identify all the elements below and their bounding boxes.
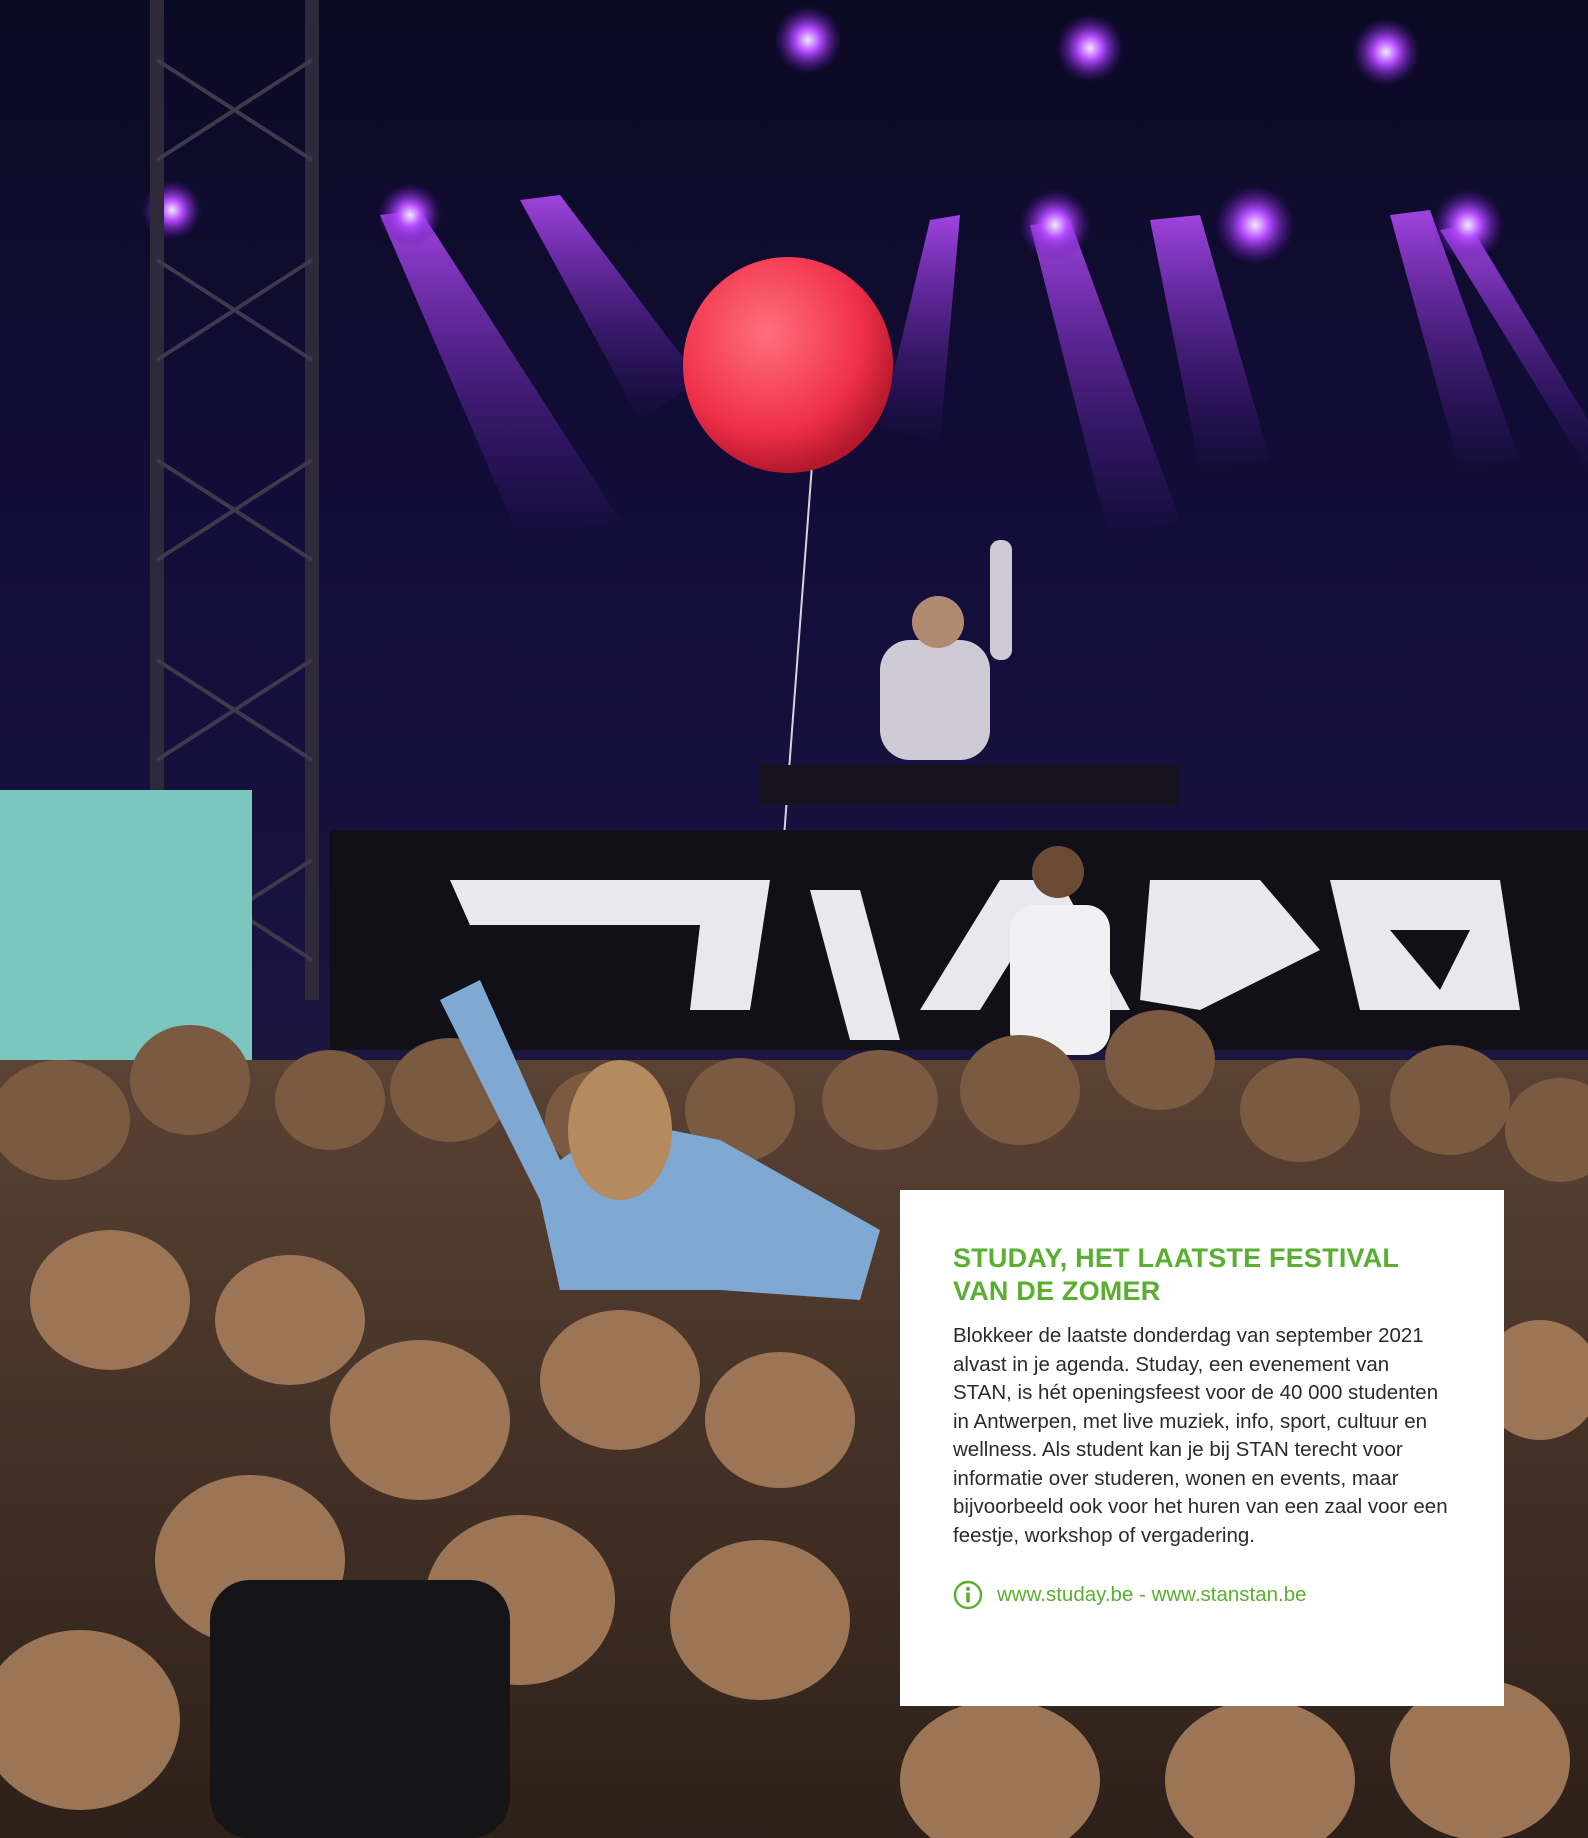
card-title: STUDAY, HET LAATSTE FESTIVAL VAN DE ZOME… bbox=[953, 1243, 1399, 1306]
website-links[interactable]: www.studay.be - www.stanstan.be bbox=[953, 1580, 1452, 1610]
info-card: STUDAY, HET LAATSTE FESTIVAL VAN DE ZOME… bbox=[900, 1190, 1504, 1706]
website-link-text[interactable]: www.studay.be - www.stanstan.be bbox=[997, 1581, 1307, 1609]
info-icon bbox=[953, 1580, 983, 1610]
card-body-text: Blokkeer de laatste donderdag van septem… bbox=[953, 1324, 1448, 1547]
